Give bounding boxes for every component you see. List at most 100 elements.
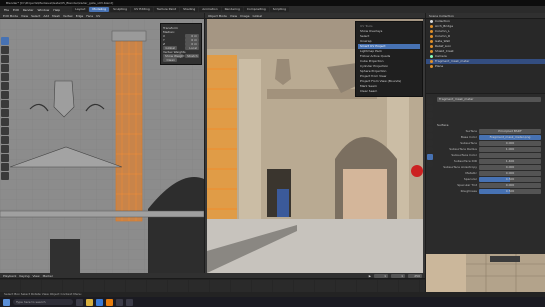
clean-button[interactable]: Clean	[163, 58, 177, 62]
cursor-tool-icon[interactable]	[1, 46, 9, 54]
property-value-field[interactable]: 0.000	[479, 182, 541, 188]
blender-icon[interactable]	[106, 298, 113, 306]
annotate-tool-icon[interactable]	[1, 91, 9, 99]
menu-keying[interactable]: Keying	[19, 274, 29, 278]
menu-edge[interactable]: Edge	[76, 14, 84, 18]
stretch-button[interactable]: Stretch	[185, 54, 199, 58]
measure-tool-icon[interactable]	[1, 100, 9, 108]
menu-mesh[interactable]: Mesh	[52, 14, 60, 18]
spin-tool-icon[interactable]	[1, 163, 9, 171]
select-box-tool-icon[interactable]	[1, 37, 9, 45]
menu-playback[interactable]: Playback	[3, 274, 16, 278]
property-rows: Base Color Fragment_mask_meter.png Subsurf…	[435, 134, 543, 194]
property-value-field[interactable]: 1.000	[479, 146, 541, 152]
property-value-field[interactable]: 0.000	[479, 170, 541, 176]
material-tab-icon[interactable]	[427, 154, 433, 160]
extrude-tool-icon[interactable]	[1, 109, 9, 117]
left-3d-viewport[interactable]: Edit Mode View Select Add Mesh Vertex Ed…	[0, 13, 204, 273]
render-tab-icon[interactable]	[427, 105, 433, 111]
mesh-icon	[430, 65, 433, 68]
menu-window[interactable]: Window	[38, 8, 50, 12]
tab-scripting[interactable]: Scripting	[269, 7, 290, 12]
windows-start-icon[interactable]	[3, 298, 10, 306]
bevel-tool-icon[interactable]	[1, 127, 9, 135]
modifier-tab-icon[interactable]	[427, 140, 433, 146]
play-button-icon[interactable]: ▶	[369, 274, 371, 278]
property-value-field[interactable]: 0.000	[479, 164, 541, 170]
end-frame-field[interactable]: 250	[408, 273, 422, 278]
menu-render[interactable]: Render	[23, 8, 34, 12]
texture-preview[interactable]	[426, 254, 545, 292]
scale-tool-icon[interactable]	[1, 73, 9, 81]
property-value-field[interactable]: 0.000	[479, 140, 541, 146]
property-label: Subsurface Anisotropy	[443, 165, 477, 169]
menu-face[interactable]: Face	[86, 14, 93, 18]
tab-shading[interactable]: Shading	[180, 7, 199, 12]
menu-view[interactable]: View	[32, 274, 39, 278]
tab-layout[interactable]: Layout	[72, 7, 89, 12]
texture-tab-icon[interactable]	[427, 161, 433, 167]
menu-edit[interactable]: Edit	[13, 8, 19, 12]
mode-selector[interactable]: Object Mode	[208, 14, 227, 18]
menu-view[interactable]: View	[21, 14, 28, 18]
tab-compositing[interactable]: Compositing	[243, 7, 269, 12]
mesh-icon	[430, 25, 433, 28]
output-tab-icon[interactable]	[427, 112, 433, 118]
menu-add[interactable]: Add	[43, 14, 49, 18]
camera-icon	[430, 55, 433, 58]
inset-tool-icon[interactable]	[1, 118, 9, 126]
loop-cut-tool-icon[interactable]	[1, 136, 9, 144]
tool-tab-icon[interactable]	[427, 98, 433, 104]
menu-image[interactable]: Image	[240, 14, 249, 18]
smooth-tool-icon[interactable]	[1, 172, 9, 180]
workspace-tabs: Layout Modeling Sculpting UV Editing Tex…	[72, 7, 290, 12]
task-view-icon[interactable]	[76, 298, 83, 306]
world-tab-icon[interactable]	[427, 126, 433, 132]
property-value-field[interactable]	[479, 152, 541, 158]
app-icon[interactable]	[116, 298, 123, 306]
tab-sculpting[interactable]: Sculpting	[110, 7, 131, 12]
outliner-item[interactable]: Plane	[426, 64, 545, 69]
menu-file[interactable]: File	[4, 8, 9, 12]
ctx-item-clear-seam[interactable]: Clear Seam	[358, 89, 420, 94]
timeline-ruler[interactable]	[0, 280, 425, 292]
tab-animation[interactable]: Animation	[199, 7, 221, 12]
rotate-tool-icon[interactable]	[1, 64, 9, 72]
tab-uv-editing[interactable]: UV Editing	[131, 7, 153, 12]
local-toggle[interactable]: Local	[185, 46, 199, 50]
menu-select[interactable]: Select	[31, 14, 40, 18]
mode-selector[interactable]: Edit Mode	[3, 14, 18, 18]
menu-vertex[interactable]: Vertex	[63, 14, 73, 18]
property-value-field[interactable]: Fragment_mask_meter.png	[479, 134, 541, 140]
app-icon[interactable]	[126, 298, 133, 306]
collection-icon	[430, 20, 433, 23]
current-frame-field[interactable]: 1	[374, 273, 388, 278]
knife-tool-icon[interactable]	[1, 145, 9, 153]
surface-shader-select[interactable]: Principled BSDF	[479, 128, 541, 134]
file-explorer-icon[interactable]	[86, 298, 93, 306]
start-frame-field[interactable]: 1	[391, 273, 405, 278]
property-value-field[interactable]: 1.400	[479, 158, 541, 164]
taskbar-search-input[interactable]: Type here to search	[13, 299, 73, 305]
menu-help[interactable]: Help	[53, 8, 60, 12]
browser-icon[interactable]	[96, 298, 103, 306]
move-tool-icon[interactable]	[1, 55, 9, 63]
tab-rendering[interactable]: Rendering	[221, 7, 243, 12]
poly-build-tool-icon[interactable]	[1, 154, 9, 162]
scene-tab-icon[interactable]	[427, 119, 433, 125]
tab-texture-paint[interactable]: Texture Paint	[153, 7, 180, 12]
menu-view[interactable]: View	[230, 14, 237, 18]
menu-uv[interactable]: UV	[96, 14, 100, 18]
tab-modeling[interactable]: Modeling	[89, 7, 110, 12]
menu-marker[interactable]: Marker	[43, 274, 53, 278]
right-image-viewport[interactable]: Object Mode View Image Global UV Tools S…	[205, 13, 425, 273]
property-value-field[interactable]: 0.500	[479, 176, 541, 182]
transform-tool-icon[interactable]	[1, 82, 9, 90]
data-tab-icon[interactable]	[427, 147, 433, 153]
object-tab-icon[interactable]	[427, 133, 433, 139]
timeline-header: Playback Keying View Marker ▶ 1 1 250	[0, 273, 425, 279]
properties-content: Fragment_mask_meter Surface Surface Princ…	[435, 96, 543, 194]
transform-orientation[interactable]: Global	[252, 14, 262, 18]
property-value-field[interactable]: 0.500	[479, 188, 541, 194]
object-name-field[interactable]: Fragment_mask_meter	[437, 96, 541, 102]
